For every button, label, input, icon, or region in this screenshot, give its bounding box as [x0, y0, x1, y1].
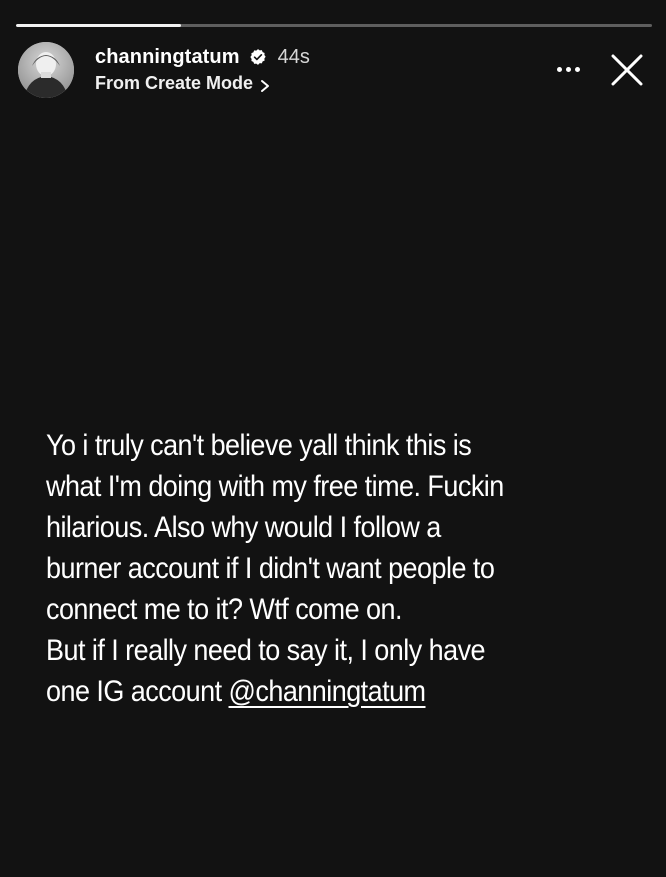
story-text-line: Yo i truly can't believe yall think this… — [46, 429, 472, 462]
story-progress-fill — [16, 24, 182, 27]
close-button[interactable] — [609, 52, 645, 88]
create-mode-link[interactable]: From Create Mode — [95, 73, 310, 94]
avatar[interactable] — [18, 42, 74, 98]
close-icon — [611, 54, 643, 86]
story-header: channingtatum 44s From Create Mode — [18, 40, 658, 102]
username[interactable]: channingtatum — [95, 46, 240, 69]
mention-link[interactable]: @channingtatum — [229, 675, 427, 708]
story-text-line: burner account if I didn't want people t… — [46, 552, 495, 585]
story-text-line: connect me to it? Wtf come on. — [46, 593, 403, 626]
story-text-line: But if I really need to say it, I only h… — [46, 634, 486, 667]
verified-badge-icon — [249, 48, 267, 66]
story-text-line: what I'm doing with my free time. Fuckin — [46, 470, 504, 503]
username-row: channingtatum 44s — [95, 44, 310, 70]
post-time: 44s — [277, 45, 310, 68]
story-text-line-last: one IG account @channingtatum — [46, 671, 577, 712]
story-text-line: hilarious. Also why would I follow a — [46, 511, 441, 544]
user-info: channingtatum 44s From Create Mode — [95, 44, 310, 94]
chevron-right-icon — [259, 77, 271, 92]
story-progress-bar — [16, 24, 652, 27]
source-label: From Create Mode — [95, 73, 254, 93]
more-options-icon — [556, 66, 580, 72]
story-text-prefix: one IG account — [46, 675, 229, 708]
more-options-button[interactable] — [551, 58, 585, 80]
story-text: Yo i truly can't believe yall think this… — [46, 425, 577, 712]
